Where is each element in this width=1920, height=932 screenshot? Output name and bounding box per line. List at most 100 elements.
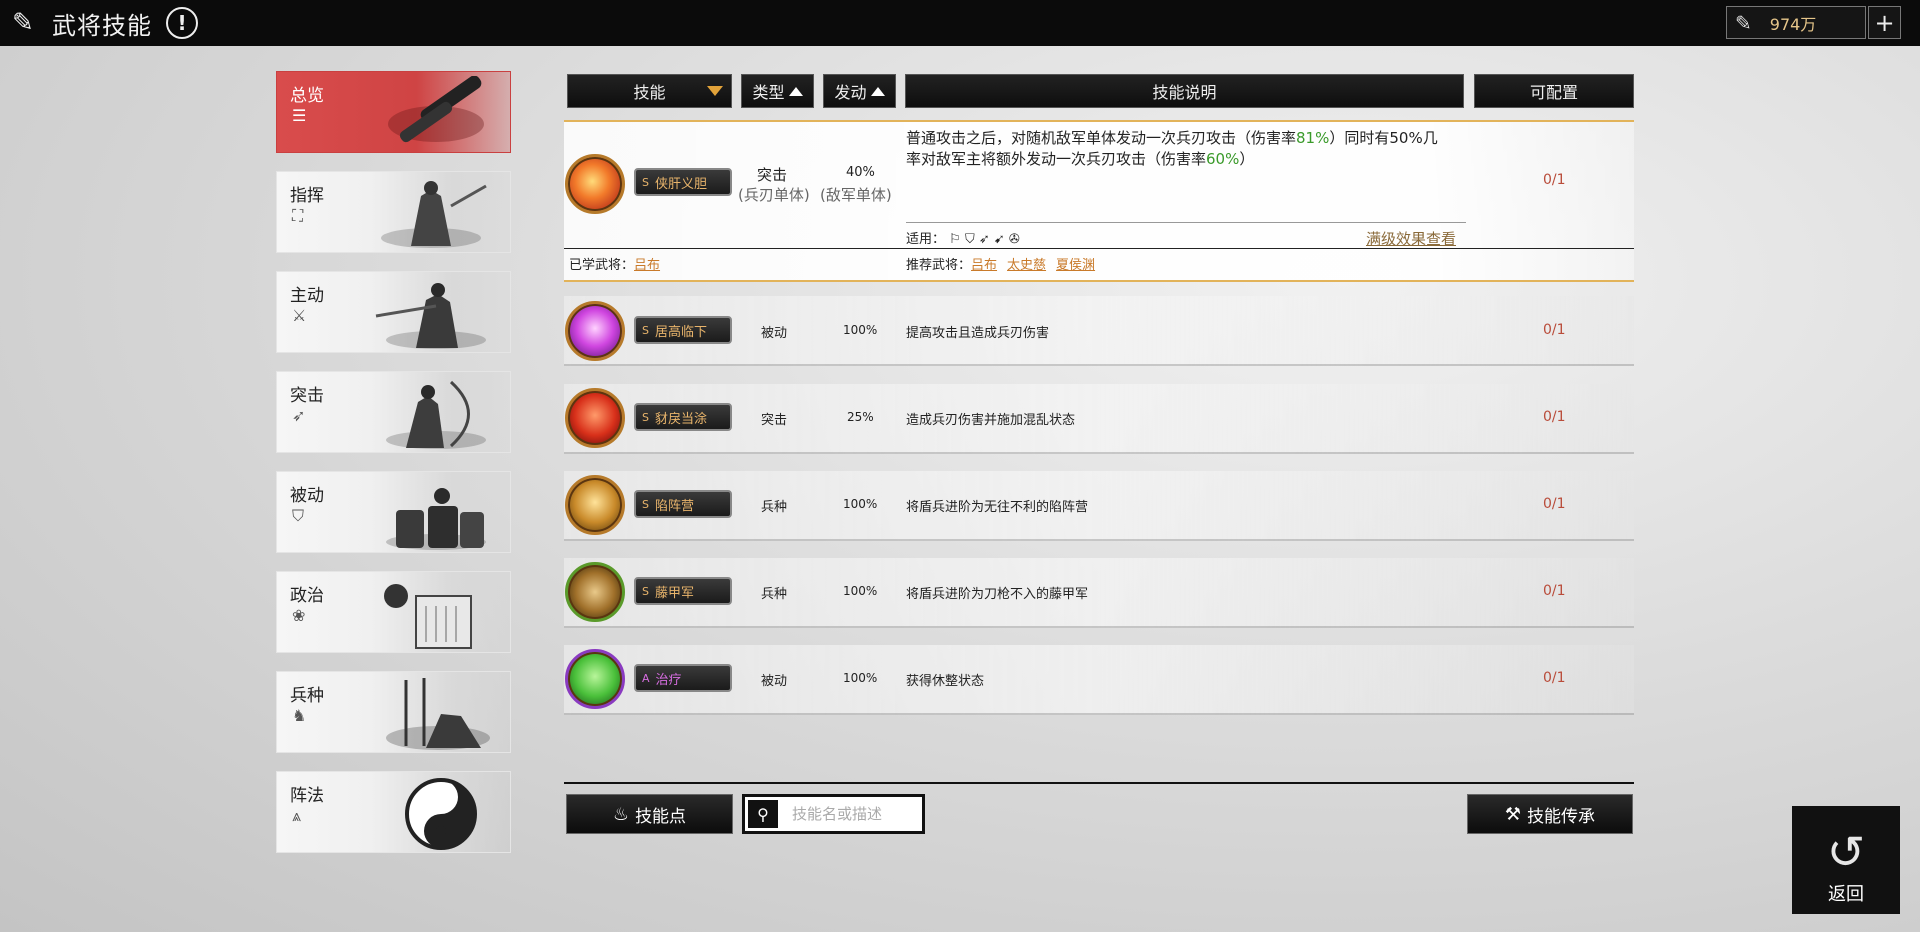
skill-points-label: 技能点 bbox=[635, 806, 687, 827]
skill-red-icon bbox=[565, 388, 625, 448]
apply-row: 适用： ⚐ ⛉ ➶ ➹ ✇ bbox=[906, 228, 1020, 247]
skill-name-badge[interactable]: S 藤甲军 bbox=[634, 577, 732, 605]
search-icon[interactable]: ⚲ bbox=[748, 800, 778, 828]
table-row[interactable]: S 陷阵营 兵种 100% 将盾兵进阶为无往不利的陷阵营 0/1 bbox=[564, 471, 1634, 541]
recommend-general-link[interactable]: 吕布 bbox=[971, 258, 997, 273]
full-effect-link[interactable]: 满级效果查看 bbox=[1366, 228, 1456, 249]
skill-trigger: 100% bbox=[843, 671, 878, 685]
top-bar: ✎ 武将技能 ! ✎ 974万 + bbox=[0, 0, 1920, 46]
sidebar-item-label: 指挥 bbox=[290, 186, 324, 206]
learned-label: 已学武将： bbox=[569, 258, 635, 273]
sidebar-item-overview[interactable]: 总览 ☰ bbox=[276, 71, 511, 153]
assault-icon: ➶ bbox=[292, 406, 306, 425]
table-row[interactable]: S 居高临下 被动 100% 提高攻击且造成兵刃伤害 0/1 bbox=[564, 296, 1634, 366]
sidebar-item-assault[interactable]: 突击 ➶ bbox=[276, 371, 511, 453]
skill-description: 提高攻击且造成兵刃伤害 bbox=[906, 326, 1050, 341]
sidebar-item-label: 阵法 bbox=[290, 786, 324, 806]
recommend-general-link[interactable]: 夏侯渊 bbox=[1056, 258, 1095, 273]
sidebar-item-label: 兵种 bbox=[290, 686, 324, 706]
skill-name-badge[interactable]: S 侠肝义胆 bbox=[634, 168, 732, 196]
learned-general-link[interactable]: 吕布 bbox=[634, 258, 660, 273]
search-input[interactable] bbox=[792, 805, 922, 823]
shield-troop-art-icon bbox=[386, 488, 486, 550]
table-row[interactable]: A 治疗 被动 100% 获得休整状态 0/1 bbox=[564, 645, 1634, 715]
table-row[interactable]: S 豺戾当涂 突击 25% 造成兵刃伤害并施加混乱状态 0/1 bbox=[564, 384, 1634, 454]
skill-trigger: 100% bbox=[843, 497, 878, 511]
back-label: 返回 bbox=[1828, 884, 1864, 905]
sidebar-item-label: 主动 bbox=[290, 286, 324, 306]
skill-heal-icon bbox=[565, 649, 625, 709]
skill-description: 普通攻击之后，对随机敌军单体发动一次兵刃攻击（伤害率81%）同时有50%几 率对… bbox=[906, 128, 1466, 170]
header-trigger-sort[interactable]: 发动 bbox=[823, 74, 896, 108]
sidebar-item-label: 政治 bbox=[290, 586, 324, 606]
skill-type: 突击 bbox=[757, 166, 788, 184]
skill-purple-icon bbox=[565, 301, 625, 361]
list-icon: ☰ bbox=[292, 106, 307, 125]
skill-gold-mask-icon bbox=[565, 475, 625, 535]
header-skill-label: 技能 bbox=[633, 83, 666, 102]
sidebar-item-formation[interactable]: 阵法 ⩓ bbox=[276, 771, 511, 853]
sidebar-item-troop[interactable]: 兵种 ♞ bbox=[276, 671, 511, 753]
skill-inherit-label: 技能传承 bbox=[1527, 806, 1596, 827]
skill-description: 将盾兵进阶为刀枪不入的藤甲军 bbox=[906, 587, 1089, 602]
apply-label: 适用： bbox=[906, 232, 946, 247]
skill-type: 兵种 bbox=[761, 500, 788, 515]
skill-trigger: 100% bbox=[843, 584, 878, 598]
sort-up-icon bbox=[870, 86, 885, 96]
sidebar-item-active[interactable]: 主动 ⚔ bbox=[276, 271, 511, 353]
header-description: 技能说明 bbox=[905, 74, 1464, 108]
command-icon: ⛶ bbox=[292, 206, 304, 225]
config-count: 0/1 bbox=[1543, 409, 1566, 425]
skill-fire-icon bbox=[565, 154, 625, 214]
header-desc-label: 技能说明 bbox=[1152, 83, 1217, 102]
skill-name: 治疗 bbox=[655, 672, 682, 688]
passive-icon: ⛉ bbox=[292, 506, 305, 525]
hammer-icon: ⚒ bbox=[1504, 803, 1522, 825]
divider bbox=[564, 248, 1634, 249]
brush-icon: ✎ bbox=[12, 8, 34, 38]
politics-icon: ❀ bbox=[292, 606, 306, 625]
sidebar-item-label: 总览 bbox=[290, 86, 324, 106]
skill-inherit-button[interactable]: ⚒ 技能传承 bbox=[1467, 794, 1633, 834]
back-button[interactable]: ↺ 返回 bbox=[1792, 806, 1900, 914]
add-currency-button[interactable]: + bbox=[1868, 6, 1901, 39]
sidebar-item-command[interactable]: 指挥 ⛶ bbox=[276, 171, 511, 253]
skill-name-badge[interactable]: S 陷阵营 bbox=[634, 490, 732, 518]
formation-icon: ⩓ bbox=[292, 806, 302, 825]
skill-grade: S bbox=[642, 584, 649, 598]
learned-row: 已学武将：吕布 bbox=[569, 254, 670, 273]
skill-name-badge[interactable]: S 豺戾当涂 bbox=[634, 403, 732, 431]
sidebar-item-passive[interactable]: 被动 ⛉ bbox=[276, 471, 511, 553]
back-swirl-icon: ↺ bbox=[1826, 825, 1866, 879]
desc-damage-rate: 81% bbox=[1296, 129, 1330, 147]
troop-icon: ♞ bbox=[292, 706, 307, 725]
config-count: 0/1 bbox=[1543, 172, 1566, 188]
skill-row-expanded[interactable]: S 侠肝义胆 突击 (兵刃单体) 40% (敌军单体) 普通攻击之后，对随机敌军… bbox=[564, 120, 1634, 282]
config-count: 0/1 bbox=[1543, 583, 1566, 599]
table-row[interactable]: S 藤甲军 兵种 100% 将盾兵进阶为刀枪不入的藤甲军 0/1 bbox=[564, 558, 1634, 628]
skill-points-button[interactable]: ♨ 技能点 bbox=[566, 794, 733, 834]
skill-name-badge[interactable]: A 治疗 bbox=[634, 664, 732, 692]
skill-type-sub: (兵刃单体) bbox=[738, 186, 810, 204]
desc-part: 率对敌军主将额外发动一次兵刃攻击（伤害率 bbox=[906, 150, 1207, 168]
category-sidebar: 总览 ☰ 指挥 ⛶ 主动 ⚔ 突击 ➶ 被动 ⛉ 政治 ❀ 兵种 ♞ 阵法 ⩓ bbox=[276, 71, 511, 871]
desc-part: ） bbox=[1239, 150, 1255, 168]
currency-amount: 974万 bbox=[1769, 14, 1817, 34]
desc-damage-rate: 60% bbox=[1206, 150, 1240, 168]
info-button[interactable]: ! bbox=[166, 7, 198, 39]
header-configurable: 可配置 bbox=[1474, 74, 1634, 108]
skill-shield-icon bbox=[565, 562, 625, 622]
recommend-general-link[interactable]: 太史慈 bbox=[1007, 258, 1046, 273]
skill-grade: S bbox=[642, 410, 649, 424]
divider bbox=[906, 222, 1466, 223]
desc-part: 普通攻击之后，对随机敌军单体发动一次兵刃攻击（伤害率 bbox=[906, 129, 1297, 147]
yin-yang-art-icon bbox=[405, 778, 477, 850]
header-type-sort[interactable]: 类型 bbox=[741, 74, 814, 108]
desc-part: ）同时有50%几 bbox=[1329, 129, 1438, 147]
warrior-art-icon bbox=[375, 283, 486, 349]
flame-icon: ♨ bbox=[612, 803, 630, 825]
skill-trigger: 100% bbox=[843, 323, 878, 337]
header-skill-sort[interactable]: 技能 bbox=[567, 74, 732, 108]
sidebar-item-politics[interactable]: 政治 ❀ bbox=[276, 571, 511, 653]
skill-name-badge[interactable]: S 居高临下 bbox=[634, 316, 732, 344]
